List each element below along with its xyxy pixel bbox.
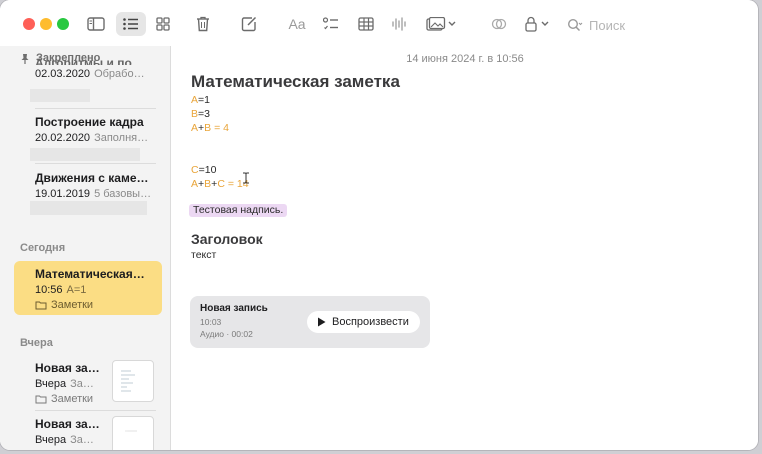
note-title-heading: Математическая заметка [191,72,400,91]
blurred-preview [30,89,90,102]
checklist-icon[interactable] [320,12,342,36]
search-icon [567,18,583,32]
lock-icon[interactable] [523,12,553,36]
pin-icon [21,53,29,64]
note-title: Алгоритмы и по… [35,56,144,65]
today-section-label: Сегодня [20,242,66,254]
note-heading: Заголовок [191,231,263,247]
math-line-c: C=10 [191,164,217,176]
note-date: 14 июня 2024 г. в 10:56 [406,53,524,65]
media-icon[interactable] [424,12,458,36]
audio-recording-card[interactable]: Новая запись 10:03 Аудио · 00:02 Воспрои… [190,296,430,348]
selected-note[interactable]: Математическая… 10:56 A=1 Заметки [14,261,162,315]
sidebar-toggle-icon[interactable] [84,12,108,36]
highlighted-text: Тестовая надпись. [189,204,288,217]
note-thumbnail [112,416,154,450]
list-view-icon[interactable] [116,12,146,36]
blurred-preview [30,201,147,215]
search-placeholder: Поиск [589,17,626,33]
math-line-a: A=1 [191,94,210,106]
note-editor[interactable]: 14 июня 2024 г. в 10:56 Математическая з… [172,46,758,450]
note-title: Построение кадра [35,115,144,129]
note-meta: Вчера За… [35,378,94,390]
note-meta: 20.02.2020 Заполня… [35,132,149,144]
note-title: Математическая… [35,267,145,281]
zoom-window-button[interactable] [57,18,69,30]
play-icon [318,317,326,327]
note-meta: 02.03.2020 Обрабо… [35,68,145,80]
search-input[interactable]: Поиск [563,13,748,37]
note-body-text: текст [191,249,217,261]
divider [35,108,156,109]
note-title: Новая за… [35,417,100,431]
text-cursor-icon [243,172,249,184]
list-item[interactable]: Новая за… Вчера За… Заметки [35,361,105,405]
math-line-sum2: A+B+C = 14 [191,178,249,190]
folder-icon [35,301,47,310]
audio-title: Новая запись [200,303,268,314]
audio-meta: Аудио · 00:02 [200,329,253,339]
toolbar: Aa Поиск [0,0,758,46]
play-button[interactable]: Воспроизвести [307,311,420,333]
audio-icon[interactable] [388,12,410,36]
note-meta: 19.01.2019 5 базовы… [35,188,152,200]
trash-icon[interactable] [193,12,213,36]
note-meta: Вчера За… [35,434,94,446]
notes-window: Aa Поиск Закреплено Алгоритмы и по… 02.0… [0,0,758,450]
yesterday-section-label: Вчера [20,337,53,349]
math-line-sum1: A+B = 4 [191,122,229,134]
note-folder: Заметки [35,393,105,405]
gallery-view-icon[interactable] [152,12,174,36]
note-meta: 10:56 A=1 [35,284,87,296]
folder-icon [35,395,47,404]
note-title: Новая за… [35,361,100,375]
divider [35,163,156,164]
format-text-icon[interactable]: Aa [285,12,309,36]
note-folder: Заметки [35,299,157,311]
list-item[interactable]: Движения с каме… 19.01.2019 5 базовы… [35,171,156,200]
collaborate-icon[interactable] [488,12,510,36]
math-line-b: B=3 [191,108,210,120]
note-thumbnail [112,360,154,402]
note-title: Движения с каме… [35,171,149,185]
divider [35,410,156,411]
list-item[interactable]: Новая за… Вчера За… [35,417,105,446]
list-item[interactable]: Построение кадра 20.02.2020 Заполня… [35,115,156,144]
table-icon[interactable] [355,12,377,36]
list-item[interactable]: Алгоритмы и по… 02.03.2020 Обрабо… [35,56,156,80]
minimize-window-button[interactable] [40,18,52,30]
notes-sidebar: Закреплено Алгоритмы и по… 02.03.2020 Обр… [0,46,171,450]
close-window-button[interactable] [23,18,35,30]
compose-icon[interactable] [239,12,259,36]
audio-time: 10:03 [200,317,222,327]
blurred-preview [30,148,140,161]
